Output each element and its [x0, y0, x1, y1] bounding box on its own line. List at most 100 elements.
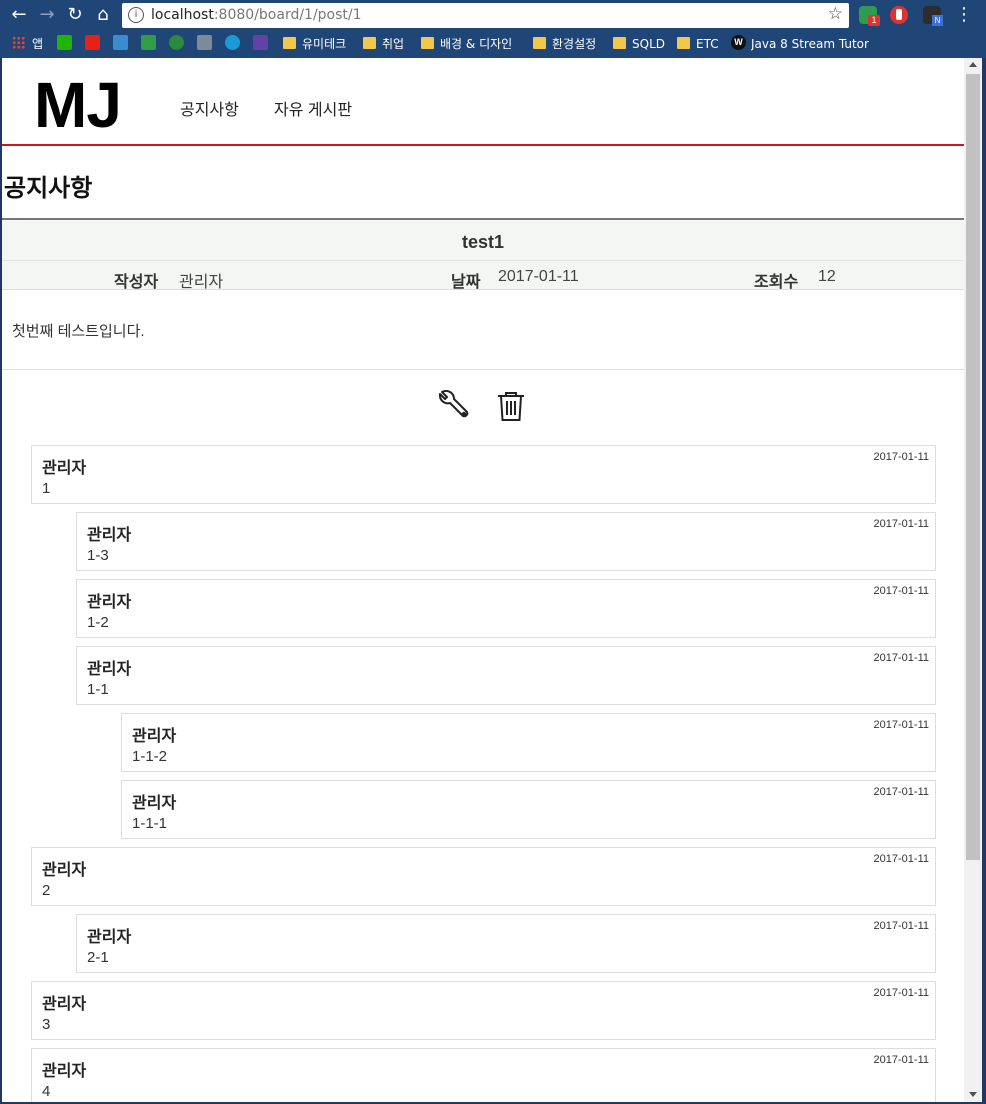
extension-badge: N [932, 15, 943, 26]
comment-text: 1-1 [87, 681, 109, 698]
page-viewport: MJ 공지사항 자유 게시판 공지사항 test1 작성자 관리자 날짜 201… [2, 58, 964, 1102]
bookmark-folder[interactable]: SQLD [632, 36, 665, 52]
comment-author: 관리자 [42, 996, 87, 1013]
comment-item: 관리자 3 2017-01-11 [31, 981, 936, 1040]
comment-text: 1-3 [87, 547, 109, 564]
comment-author: 관리자 [42, 1063, 87, 1080]
comment-item: 관리자 1 2017-01-11 [31, 445, 936, 504]
comment-date: 2017-01-11 [873, 920, 929, 932]
comment-date: 2017-01-11 [873, 853, 929, 865]
comment-author: 관리자 [87, 929, 132, 946]
comment-date: 2017-01-11 [873, 1054, 929, 1066]
bookmark-star-icon[interactable]: ☆ [828, 4, 843, 24]
comment-author: 관리자 [87, 594, 132, 611]
views-value: 12 [818, 268, 836, 285]
site-header: MJ 공지사항 자유 게시판 [2, 58, 964, 146]
divider [2, 369, 964, 370]
comment-date: 2017-01-11 [873, 652, 929, 664]
bookmark-site-icon[interactable] [113, 35, 128, 50]
comment-item: 관리자 4 2017-01-11 [31, 1048, 936, 1102]
url-path: :8080/board/1/post/1 [213, 7, 362, 23]
extension-badge: 1 [868, 15, 880, 26]
post-body: 첫번째 테스트입니다. [12, 323, 145, 340]
bookmark-folder[interactable]: 배경 & 디자인 [440, 36, 512, 52]
naver-icon[interactable] [57, 35, 72, 50]
browser-toolbar: ← → ↻ ⌂ i localhost:8080/board/1/post/1 … [0, 0, 986, 31]
comment-text: 1-2 [87, 614, 109, 631]
scroll-down-arrow-icon[interactable] [969, 1092, 977, 1097]
comment-date: 2017-01-11 [873, 786, 929, 798]
comment-text: 2-1 [87, 949, 109, 966]
url-text: localhost:8080/board/1/post/1 [151, 7, 362, 23]
comment-item: 관리자 2-1 2017-01-11 [76, 914, 936, 973]
translate-extension-icon[interactable]: N [923, 6, 943, 26]
trash-icon[interactable] [493, 388, 529, 424]
bookmark-folder[interactable]: ETC [696, 36, 719, 52]
bookmark-star-site-icon[interactable] [169, 35, 184, 50]
folder-icon [421, 37, 434, 49]
comment-item: 관리자 1-2 2017-01-11 [76, 579, 936, 638]
date-label: 날짜 [451, 274, 481, 291]
author-value: 관리자 [179, 274, 224, 291]
comment-item: 관리자 1-3 2017-01-11 [76, 512, 936, 571]
folder-icon [363, 37, 376, 49]
comment-text: 1-1-2 [132, 748, 168, 765]
wrench-icon[interactable] [436, 388, 472, 424]
address-bar[interactable]: i localhost:8080/board/1/post/1 ☆ [122, 3, 849, 28]
comment-text: 1 [42, 480, 51, 497]
folder-icon [533, 37, 546, 49]
apps-grid-icon[interactable] [12, 36, 25, 49]
comment-author: 관리자 [42, 460, 87, 477]
comment-author: 관리자 [132, 795, 177, 812]
post-title: test1 [461, 232, 505, 252]
forward-arrow-icon[interactable]: → [36, 4, 58, 26]
comment-text: 4 [42, 1083, 51, 1100]
comment-date: 2017-01-11 [873, 585, 929, 597]
comment-date: 2017-01-11 [873, 987, 929, 999]
bookmark-folder[interactable]: 환경설정 [552, 36, 596, 52]
url-host: localhost [151, 7, 214, 23]
comment-item: 관리자 1-1 2017-01-11 [76, 646, 936, 705]
bookmark-link[interactable]: Java 8 Stream Tutoria [751, 36, 869, 52]
folder-icon [283, 37, 296, 49]
folder-icon [613, 37, 626, 49]
extension-icon[interactable]: 1 [859, 6, 880, 26]
bookmark-apps[interactable]: 앱 [32, 36, 43, 52]
folder-icon [677, 37, 690, 49]
comment-author: 관리자 [87, 661, 132, 678]
nav-notice[interactable]: 공지사항 [180, 96, 239, 120]
bookmark-site-icon[interactable] [225, 35, 240, 50]
comment-item: 관리자 1-1-1 2017-01-11 [121, 780, 936, 839]
comment-text: 1-1-1 [132, 815, 168, 832]
bookmark-site-icon[interactable] [197, 35, 212, 50]
comment-date: 2017-01-11 [873, 451, 929, 463]
post-header: test1 작성자 관리자 날짜 2017-01-11 조회수 12 [2, 218, 964, 291]
site-logo[interactable]: MJ [34, 67, 122, 143]
comment-item: 관리자 2 2017-01-11 [31, 847, 936, 906]
reload-icon[interactable]: ↻ [64, 4, 86, 26]
info-icon[interactable]: i [128, 7, 144, 23]
browser-menu-icon[interactable]: ⋮ [955, 4, 973, 25]
wikipedia-icon[interactable]: W [731, 35, 746, 50]
views-label: 조회수 [754, 274, 799, 291]
date-value: 2017-01-11 [498, 268, 579, 285]
comment-text: 2 [42, 882, 51, 899]
back-arrow-icon[interactable]: ← [8, 4, 30, 26]
comment-date: 2017-01-11 [873, 719, 929, 731]
comment-item: 관리자 1-1-2 2017-01-11 [121, 713, 936, 772]
bookmark-folder[interactable]: 유미테크 [302, 36, 346, 52]
home-icon[interactable]: ⌂ [92, 4, 114, 26]
comment-author: 관리자 [132, 728, 177, 745]
author-label: 작성자 [114, 274, 159, 291]
scroll-up-arrow-icon[interactable] [969, 62, 977, 67]
nav-free-board[interactable]: 자유 게시판 [274, 96, 352, 120]
adblock-icon[interactable] [890, 6, 908, 24]
comment-author: 관리자 [87, 527, 132, 544]
bookmark-folder[interactable]: 취업 [382, 36, 404, 52]
page-title: 공지사항 [4, 175, 93, 202]
bookmark-site-icon[interactable] [141, 35, 156, 50]
twitch-icon[interactable] [253, 35, 268, 50]
vertical-scrollbar[interactable] [964, 58, 982, 1102]
youtube-icon[interactable] [85, 35, 100, 50]
scroll-thumb[interactable] [966, 74, 980, 860]
